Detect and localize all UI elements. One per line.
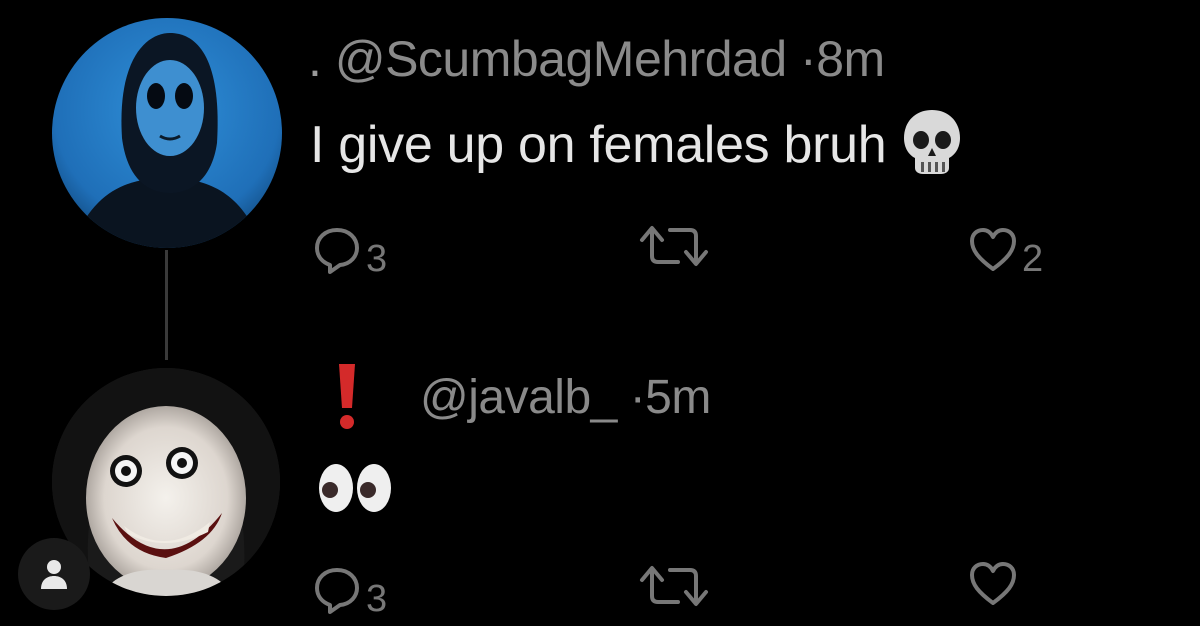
tweet1-handle[interactable]: @ScumbagMehrdad	[335, 31, 787, 87]
tweet2-retweet-button[interactable]	[634, 562, 714, 610]
masked-figure-image	[52, 18, 282, 248]
tweet2-handle[interactable]: @javalb_	[420, 371, 617, 424]
profile-button[interactable]	[18, 538, 90, 610]
tweet2-header: @javalb_ ·5m	[420, 370, 711, 425]
tweet1-time[interactable]: 8m	[816, 31, 885, 87]
eyes-emoji-icon	[316, 460, 396, 521]
retweet-icon	[640, 226, 708, 266]
tweet1-separator: ·	[800, 31, 817, 87]
skull-emoji-icon	[901, 108, 963, 189]
avatar-scumbagmehrdad[interactable]	[52, 18, 282, 248]
red-exclamation-icon	[332, 362, 362, 437]
tweet1-reply-button[interactable]: 3	[312, 218, 387, 281]
person-icon	[41, 560, 67, 589]
tweet2-time[interactable]: 5m	[645, 371, 711, 424]
thread-connector-line	[165, 250, 168, 360]
tweet2-like-button[interactable]	[968, 560, 1018, 608]
tweet2-reply-button[interactable]: 3	[312, 558, 387, 621]
tweet1-retweet-button[interactable]	[634, 222, 714, 270]
tweet1-like-button[interactable]: 2	[968, 218, 1043, 281]
tweet1-text-content: I give up on females bruh	[310, 116, 887, 175]
tweet1-reply-count: 3	[366, 238, 388, 280]
retweet-icon	[640, 566, 708, 606]
tweet2-reply-count: 3	[366, 578, 388, 620]
tweet1-like-count: 2	[1022, 238, 1044, 280]
reply-icon	[315, 567, 359, 614]
tweet1-prefix: .	[308, 31, 322, 87]
tweet1-header: . @ScumbagMehrdad ·8m	[308, 30, 885, 88]
heart-icon	[970, 562, 1016, 605]
tweet2-separator: ·	[629, 371, 646, 424]
reply-icon	[315, 227, 359, 274]
tweet1-text: I give up on females bruh	[310, 108, 963, 189]
heart-icon	[970, 227, 1016, 271]
